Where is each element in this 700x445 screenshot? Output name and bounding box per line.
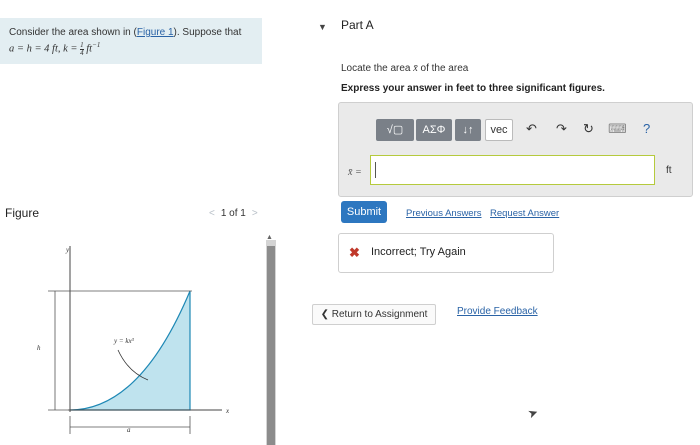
templates-button[interactable]: √▢ [376, 119, 414, 141]
express-instruction: Express your answer in feet to three sig… [341, 83, 605, 94]
figure-link[interactable]: Figure 1 [137, 27, 174, 38]
request-answer-link[interactable]: Request Answer [490, 208, 559, 219]
unit-label: ft [666, 165, 672, 176]
curve-label: y = kx³ [113, 337, 135, 345]
width-label: a [127, 426, 131, 434]
y-axis-label: y [65, 246, 70, 254]
answer-variable-label: x̄ = [348, 167, 362, 178]
sub-super-button[interactable]: ↓↑ [455, 119, 481, 141]
collapse-toggle-icon[interactable]: ▼ [318, 22, 327, 32]
shaded-area [69, 290, 191, 411]
figure-label: Figure [5, 206, 40, 220]
pager-next-icon[interactable]: > [252, 208, 258, 219]
text-cursor [375, 162, 376, 178]
redo-icon[interactable]: ↷ [556, 121, 567, 137]
answer-input[interactable] [370, 155, 655, 185]
instruction-text: Locate the area x̄ of the area [341, 63, 469, 74]
figure-pager: <1 of 1 > [203, 208, 264, 219]
figure-scrollbar-thumb[interactable] [267, 246, 275, 445]
x-axis-label: x [225, 407, 230, 415]
incorrect-icon: ✖ [349, 245, 360, 260]
problem-parameters: a = h = 4 ft, k = 14 ft−1 [9, 40, 101, 57]
reset-icon[interactable]: ↻ [583, 121, 594, 137]
return-to-assignment-button[interactable]: ❮ Return to Assignment [312, 304, 436, 325]
pager-prev-icon[interactable]: < [209, 208, 215, 219]
vec-button[interactable]: vec [485, 119, 513, 141]
symbols-button[interactable]: ΑΣΦ [416, 119, 452, 141]
submit-button[interactable]: Submit [341, 201, 387, 223]
help-icon[interactable]: ? [643, 121, 650, 136]
keyboard-icon[interactable]: ⌨ [608, 121, 627, 137]
problem-text: Consider the area shown in (Figure 1). S… [9, 27, 242, 38]
previous-answers-link[interactable]: Previous Answers [406, 208, 482, 219]
pager-text: 1 of 1 [220, 208, 246, 219]
provide-feedback-link[interactable]: Provide Feedback [457, 306, 538, 317]
feedback-text: Incorrect; Try Again [371, 246, 466, 258]
part-title[interactable]: Part A [341, 18, 374, 32]
undo-icon[interactable]: ↶ [526, 121, 537, 137]
area-diagram: y x h a y = kx³ [37, 246, 230, 434]
height-label: h [37, 344, 41, 352]
mouse-pointer-icon: ➤ [525, 404, 541, 422]
